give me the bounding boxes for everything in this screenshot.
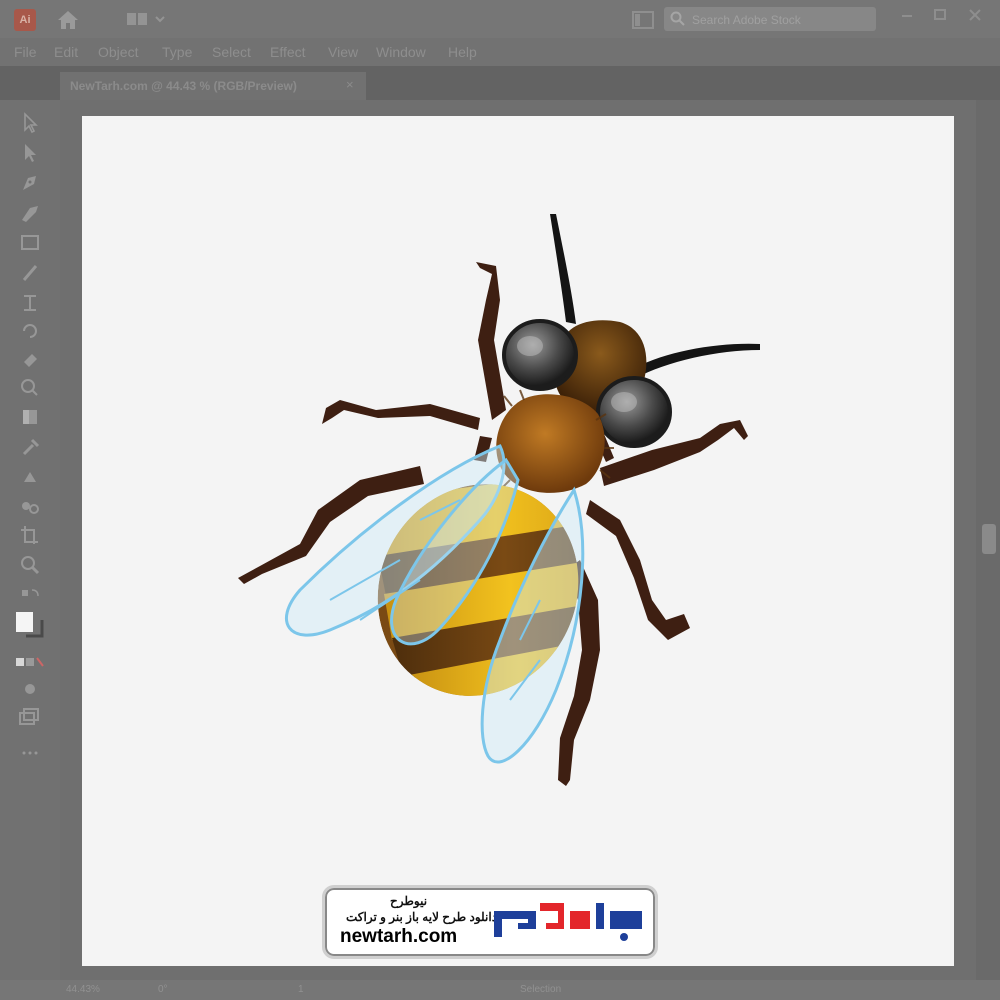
scrollbar-thumb[interactable] (982, 524, 996, 554)
minimize-icon[interactable] (892, 4, 922, 26)
menu-edit[interactable]: Edit (54, 44, 78, 60)
screen-mode-icon[interactable] (16, 704, 44, 730)
blend-tool-icon[interactable] (16, 494, 44, 520)
menu-object[interactable]: Object (98, 44, 138, 60)
artboard-tool-icon[interactable] (16, 522, 44, 548)
eraser-tool-icon[interactable] (16, 346, 44, 372)
rectangle-tool-icon[interactable] (16, 230, 44, 256)
watermark-name: نیوطرح (390, 894, 428, 908)
status-bar: 44.43% 0° 1 Selection (0, 980, 1000, 1000)
menu-select[interactable]: Select (212, 44, 251, 60)
zoom-tool-icon[interactable] (16, 552, 44, 578)
tab-close-icon[interactable]: × (346, 77, 354, 92)
artboard-number[interactable]: 1 (298, 984, 304, 995)
search-stock-box[interactable] (664, 7, 876, 31)
draw-mode-icon[interactable] (16, 676, 44, 702)
shape-builder-tool-icon[interactable] (16, 374, 44, 400)
search-icon (670, 11, 685, 26)
menu-type[interactable]: Type (162, 44, 192, 60)
more-tools-icon[interactable] (16, 740, 44, 766)
color-mode-icon[interactable] (16, 650, 44, 676)
eyedropper-tool-icon[interactable] (16, 434, 44, 460)
menu-view[interactable]: View (328, 44, 358, 60)
menu-bar: File Edit Object Type Select Effect View… (0, 38, 1000, 66)
search-input[interactable] (690, 9, 874, 31)
restore-icon[interactable] (926, 4, 956, 26)
menu-help[interactable]: Help (448, 44, 477, 60)
document-tab[interactable]: NewTarh.com @ 44.43 % (RGB/Preview) × (60, 72, 366, 100)
rotation-value[interactable]: 0° (158, 984, 168, 995)
document-tab-title: NewTarh.com @ 44.43 % (RGB/Preview) (70, 79, 297, 93)
close-icon[interactable] (960, 4, 990, 26)
width-tool-icon[interactable] (16, 290, 44, 316)
menu-file[interactable]: File (14, 44, 37, 60)
selection-tool-icon[interactable] (16, 110, 44, 136)
menu-window[interactable]: Window (376, 44, 426, 60)
menu-effect[interactable]: Effect (270, 44, 306, 60)
curvature-tool-icon[interactable] (16, 200, 44, 226)
app-logo: Ai (14, 9, 36, 31)
swap-fill-stroke-icon[interactable] (16, 584, 44, 610)
home-icon[interactable] (56, 8, 80, 32)
workspace-switcher-icon[interactable] (126, 10, 166, 30)
zoom-level[interactable]: 44.43% (66, 984, 100, 995)
direct-selection-tool-icon[interactable] (16, 140, 44, 166)
artboard[interactable] (82, 116, 954, 966)
paintbrush-tool-icon[interactable] (16, 260, 44, 286)
watermark-domain: newtarh.com (340, 926, 458, 947)
current-tool-label: Selection (520, 984, 562, 995)
newtarh-logo (494, 903, 642, 941)
symbol-sprayer-tool-icon[interactable] (16, 464, 44, 490)
rotate-tool-icon[interactable] (16, 318, 44, 344)
gradient-tool-icon[interactable] (16, 404, 44, 430)
arrange-documents-icon[interactable] (632, 10, 654, 30)
pen-tool-icon[interactable] (16, 170, 44, 196)
watermark-tagline: دانلود طرح لایه باز بنر و تراکت (346, 910, 498, 924)
fill-stroke-swatch-icon[interactable] (16, 610, 44, 644)
